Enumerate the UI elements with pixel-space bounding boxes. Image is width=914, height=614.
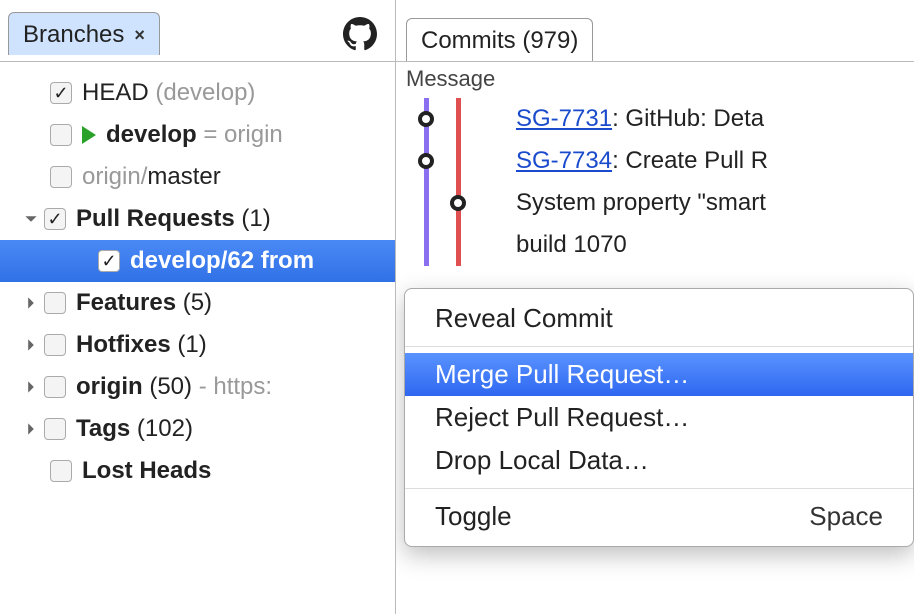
tree-item-origin-master[interactable]: origin/master: [0, 156, 395, 198]
tree-label: origin/master: [82, 163, 221, 191]
tree-item-hotfixes[interactable]: Hotfixes (1): [0, 324, 395, 366]
tree-item-lost-heads[interactable]: Lost Heads: [0, 450, 395, 492]
checkbox-icon[interactable]: [50, 166, 72, 188]
checkbox-icon[interactable]: [50, 124, 72, 146]
tree-label: develop/62 from: [130, 247, 314, 275]
menu-reveal-commit[interactable]: Reveal Commit: [405, 297, 913, 340]
tree-label: origin (50) - https:: [76, 373, 272, 401]
tab-branches-label: Branches: [23, 21, 124, 49]
menu-separator: [405, 488, 913, 489]
tree-label: Pull Requests (1): [76, 205, 271, 233]
chevron-down-icon[interactable]: [22, 210, 40, 228]
tree-item-pr-develop-62[interactable]: ✓ develop/62 from: [0, 240, 395, 282]
commits-list: SG-7731: GitHub: Deta SG-7734: Create Pu…: [396, 98, 914, 614]
menu-drop-local-data[interactable]: Drop Local Data…: [405, 439, 913, 482]
tree-item-origin[interactable]: origin (50) - https:: [0, 366, 395, 408]
commit-row[interactable]: SG-7731: GitHub: Deta: [396, 98, 914, 140]
tree-item-tags[interactable]: Tags (102): [0, 408, 395, 450]
commit-row[interactable]: SG-7734: Create Pull R: [396, 140, 914, 182]
tree-label: Tags (102): [76, 415, 193, 443]
commit-row[interactable]: System property "smart: [396, 182, 914, 224]
chevron-right-icon[interactable]: [22, 336, 40, 354]
tree-label: Lost Heads: [82, 457, 211, 485]
tree-item-head[interactable]: ✓ HEAD (develop): [0, 72, 395, 114]
commit-issue-link[interactable]: SG-7734: [516, 147, 612, 174]
tab-commits[interactable]: Commits (979): [406, 18, 593, 61]
commit-message: System property "smart: [516, 189, 766, 217]
column-header-message: Message: [396, 62, 914, 98]
left-tab-bar: Branches ×: [0, 0, 395, 62]
checkbox-icon[interactable]: [44, 376, 66, 398]
checkbox-icon[interactable]: [50, 460, 72, 482]
chevron-right-icon[interactable]: [22, 378, 40, 396]
tree-item-features[interactable]: Features (5): [0, 282, 395, 324]
tree-label: develop = origin: [106, 121, 283, 149]
tree-item-develop[interactable]: develop = origin: [0, 114, 395, 156]
menu-toggle[interactable]: Toggle Space: [405, 495, 913, 538]
menu-shortcut: Space: [809, 501, 883, 532]
checkbox-icon[interactable]: ✓: [44, 208, 66, 230]
commit-row[interactable]: build 1070: [396, 224, 914, 266]
commit-graph-icon: [406, 140, 516, 182]
checkbox-icon[interactable]: ✓: [98, 250, 120, 272]
tab-branches[interactable]: Branches ×: [8, 12, 160, 55]
branches-tree: ✓ HEAD (develop) develop = origin origin…: [0, 62, 395, 492]
tree-item-pull-requests[interactable]: ✓ Pull Requests (1): [0, 198, 395, 240]
checkbox-icon[interactable]: [44, 292, 66, 314]
commit-message: SG-7734: Create Pull R: [516, 147, 768, 175]
tab-commits-label: Commits (979): [421, 27, 578, 55]
menu-toggle-label: Toggle: [435, 501, 512, 532]
tree-label: Features (5): [76, 289, 212, 317]
commit-graph-icon: [406, 224, 516, 266]
branches-panel: Branches × ✓ HEAD (develop) develop = or…: [0, 0, 396, 614]
chevron-right-icon[interactable]: [22, 420, 40, 438]
checkbox-icon[interactable]: [44, 334, 66, 356]
menu-merge-pull-request[interactable]: Merge Pull Request…: [405, 353, 913, 396]
chevron-right-icon[interactable]: [22, 294, 40, 312]
close-icon[interactable]: ×: [134, 26, 145, 44]
commit-message: build 1070: [516, 231, 627, 259]
tree-label: HEAD (develop): [82, 79, 255, 107]
current-branch-icon: [82, 126, 96, 144]
commit-issue-link[interactable]: SG-7731: [516, 105, 612, 132]
checkbox-icon[interactable]: ✓: [50, 82, 72, 104]
commit-graph-icon: [406, 98, 516, 140]
checkbox-icon[interactable]: [44, 418, 66, 440]
right-tab-bar: Commits (979): [396, 0, 914, 62]
menu-separator: [405, 346, 913, 347]
menu-reject-pull-request[interactable]: Reject Pull Request…: [405, 396, 913, 439]
commit-graph-icon: [406, 182, 516, 224]
context-menu: Reveal Commit Merge Pull Request… Reject…: [404, 288, 914, 547]
github-icon[interactable]: [343, 17, 377, 51]
tree-label: Hotfixes (1): [76, 331, 207, 359]
commits-panel: Commits (979) Message SG-7731: GitHub: D…: [396, 0, 914, 614]
commit-message: SG-7731: GitHub: Deta: [516, 105, 764, 133]
